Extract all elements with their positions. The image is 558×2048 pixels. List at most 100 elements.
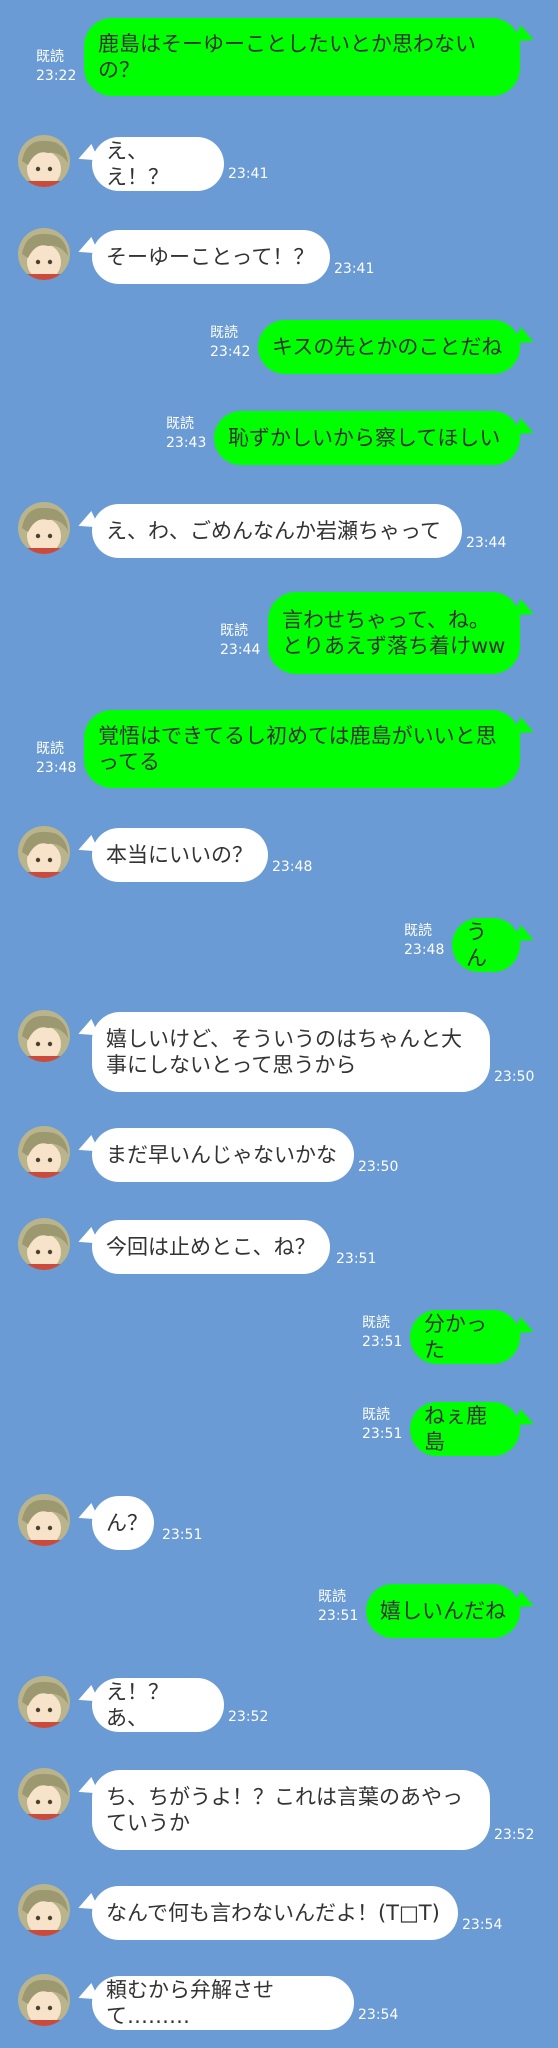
message-meta: 23:50	[494, 1068, 534, 1087]
message-row-incoming: 嬉しいけど、そういうのはちゃんと大事にしないとって思うから 23:50	[0, 1010, 558, 1092]
message-bubble[interactable]: 分かった	[410, 1310, 520, 1364]
message-bubble[interactable]: 頼むから弁解させて………	[92, 1976, 354, 2030]
message-bubble[interactable]: ん？	[92, 1496, 154, 1550]
message-row-outgoing: 既読 23:42 キスの先とかのことだね	[0, 320, 558, 376]
read-receipt: 既読	[362, 1315, 390, 1331]
message-row-outgoing: 既読 23:48 覚悟はできてるし初めては鹿島がいいと思ってる	[0, 710, 558, 790]
message-row-outgoing: 既読 23:51 ねぇ鹿島	[0, 1402, 558, 1458]
avatar[interactable]	[18, 1010, 70, 1062]
timestamp: 23:51	[162, 1527, 203, 1543]
avatar-image	[18, 1974, 70, 2026]
avatar-image	[18, 135, 70, 187]
avatar[interactable]	[18, 502, 70, 554]
avatar-image	[18, 1010, 70, 1062]
message-meta: 23:41	[334, 260, 374, 279]
message-bubble[interactable]: ち、ちがうよ！？これは言葉のあやっていうか	[92, 1770, 490, 1850]
avatar[interactable]	[18, 1126, 70, 1178]
avatar[interactable]	[18, 1974, 70, 2026]
message-row-outgoing: 既読 23:51 分かった	[0, 1310, 558, 1366]
message-meta: 既読 23:51	[362, 1406, 402, 1444]
message-bubble[interactable]: 覚悟はできてるし初めては鹿島がいいと思ってる	[84, 710, 520, 788]
avatar[interactable]	[18, 826, 70, 878]
avatar[interactable]	[18, 1768, 70, 1820]
avatar[interactable]	[18, 135, 70, 187]
read-receipt: 既読	[404, 923, 432, 939]
timestamp: 23:54	[358, 2007, 399, 2023]
timestamp: 23:41	[228, 166, 269, 182]
message-row-incoming: え、わ、ごめんなんか岩瀬ちゃって 23:44	[0, 502, 558, 558]
timestamp: 23:44	[220, 642, 261, 658]
avatar-image	[18, 826, 70, 878]
message-row-outgoing: 既読 23:51 嬉しいんだね	[0, 1584, 558, 1640]
message-row-incoming: なんで何も言わないんだよ！(T□T) 23:54	[0, 1884, 558, 1940]
message-bubble[interactable]: 本当にいいの？	[92, 828, 268, 882]
message-meta: 既読 23:51	[362, 1314, 402, 1352]
timestamp: 23:48	[272, 859, 313, 875]
message-bubble[interactable]: まだ早いんじゃないかな	[92, 1128, 354, 1182]
message-meta: 既読 23:22	[36, 48, 76, 86]
message-bubble[interactable]: え、え！？	[92, 137, 224, 191]
message-row-incoming: 今回は止めとこ、ね？ 23:51	[0, 1218, 558, 1274]
avatar-image	[18, 228, 70, 280]
message-row-outgoing: 既読 23:43 恥ずかしいから察してほしい	[0, 411, 558, 467]
message-row-incoming: え、え！？ 23:41	[0, 135, 558, 191]
avatar[interactable]	[18, 1884, 70, 1936]
message-meta: 既読 23:51	[318, 1588, 358, 1626]
message-bubble[interactable]: なんで何も言わないんだよ！(T□T)	[92, 1886, 458, 1940]
message-row-incoming: え！？あ、 23:52	[0, 1676, 558, 1732]
timestamp: 23:54	[462, 1917, 503, 1933]
read-receipt: 既読	[36, 741, 64, 757]
message-meta: 23:54	[358, 2006, 398, 2025]
timestamp: 23:41	[334, 261, 375, 277]
read-receipt: 既読	[36, 49, 64, 65]
timestamp: 23:51	[362, 1334, 403, 1350]
timestamp: 23:52	[494, 1827, 535, 1843]
avatar-image	[18, 1884, 70, 1936]
avatar-image	[18, 1494, 70, 1546]
avatar[interactable]	[18, 1676, 70, 1728]
message-bubble[interactable]: 嬉しいけど、そういうのはちゃんと大事にしないとって思うから	[92, 1012, 490, 1092]
message-meta: 23:44	[466, 534, 506, 553]
read-receipt: 既読	[210, 325, 238, 341]
chat-log[interactable]: 既読 23:22 鹿島はそーゆーことしたいとか思わないの？ え、え！？ 23:4…	[0, 0, 558, 2048]
message-bubble[interactable]: そーゆーことって！？	[92, 230, 330, 284]
message-meta: 既読 23:44	[220, 622, 260, 660]
timestamp: 23:50	[494, 1069, 535, 1085]
message-row-incoming: ん？ 23:51	[0, 1494, 558, 1550]
message-row-outgoing: 既読 23:44 言わせちゃって、ね。 とりあえず落ち着けww	[0, 592, 558, 676]
avatar-image	[18, 1126, 70, 1178]
message-bubble[interactable]: え、わ、ごめんなんか岩瀬ちゃって	[92, 504, 462, 558]
message-bubble[interactable]: 恥ずかしいから察してほしい	[214, 411, 520, 465]
message-meta: 既読 23:48	[36, 740, 76, 778]
avatar-image	[18, 502, 70, 554]
message-meta: 23:50	[358, 1158, 398, 1177]
message-bubble[interactable]: 今回は止めとこ、ね？	[92, 1220, 330, 1274]
message-bubble[interactable]: 鹿島はそーゆーことしたいとか思わないの？	[84, 18, 520, 96]
timestamp: 23:51	[336, 1251, 377, 1267]
timestamp: 23:42	[210, 344, 251, 360]
timestamp: 23:48	[36, 760, 77, 776]
message-meta: 23:51	[162, 1526, 202, 1545]
read-receipt: 既読	[220, 623, 248, 639]
message-bubble[interactable]: 言わせちゃって、ね。 とりあえず落ち着けww	[268, 592, 520, 674]
message-meta: 23:52	[228, 1708, 268, 1727]
message-meta: 既読 23:42	[210, 324, 250, 362]
avatar[interactable]	[18, 1218, 70, 1270]
timestamp: 23:48	[404, 942, 445, 958]
avatar[interactable]	[18, 228, 70, 280]
message-bubble[interactable]: ねぇ鹿島	[410, 1402, 520, 1456]
message-row-incoming: まだ早いんじゃないかな 23:50	[0, 1126, 558, 1182]
message-row-outgoing: 既読 23:22 鹿島はそーゆーことしたいとか思わないの？	[0, 18, 558, 98]
message-meta: 23:51	[336, 1250, 376, 1269]
message-bubble[interactable]: 嬉しいんだね	[366, 1584, 520, 1638]
message-meta: 既読 23:43	[166, 415, 206, 453]
message-meta: 23:41	[228, 165, 268, 184]
message-bubble[interactable]: え！？あ、	[92, 1678, 224, 1732]
message-bubble[interactable]: キスの先とかのことだね	[258, 320, 520, 374]
message-bubble[interactable]: うん	[452, 918, 520, 972]
message-meta: 23:54	[462, 1916, 502, 1935]
avatar[interactable]	[18, 1494, 70, 1546]
avatar-image	[18, 1768, 70, 1820]
message-row-incoming: 頼むから弁解させて……… 23:54	[0, 1974, 558, 2030]
message-meta: 23:48	[272, 858, 312, 877]
